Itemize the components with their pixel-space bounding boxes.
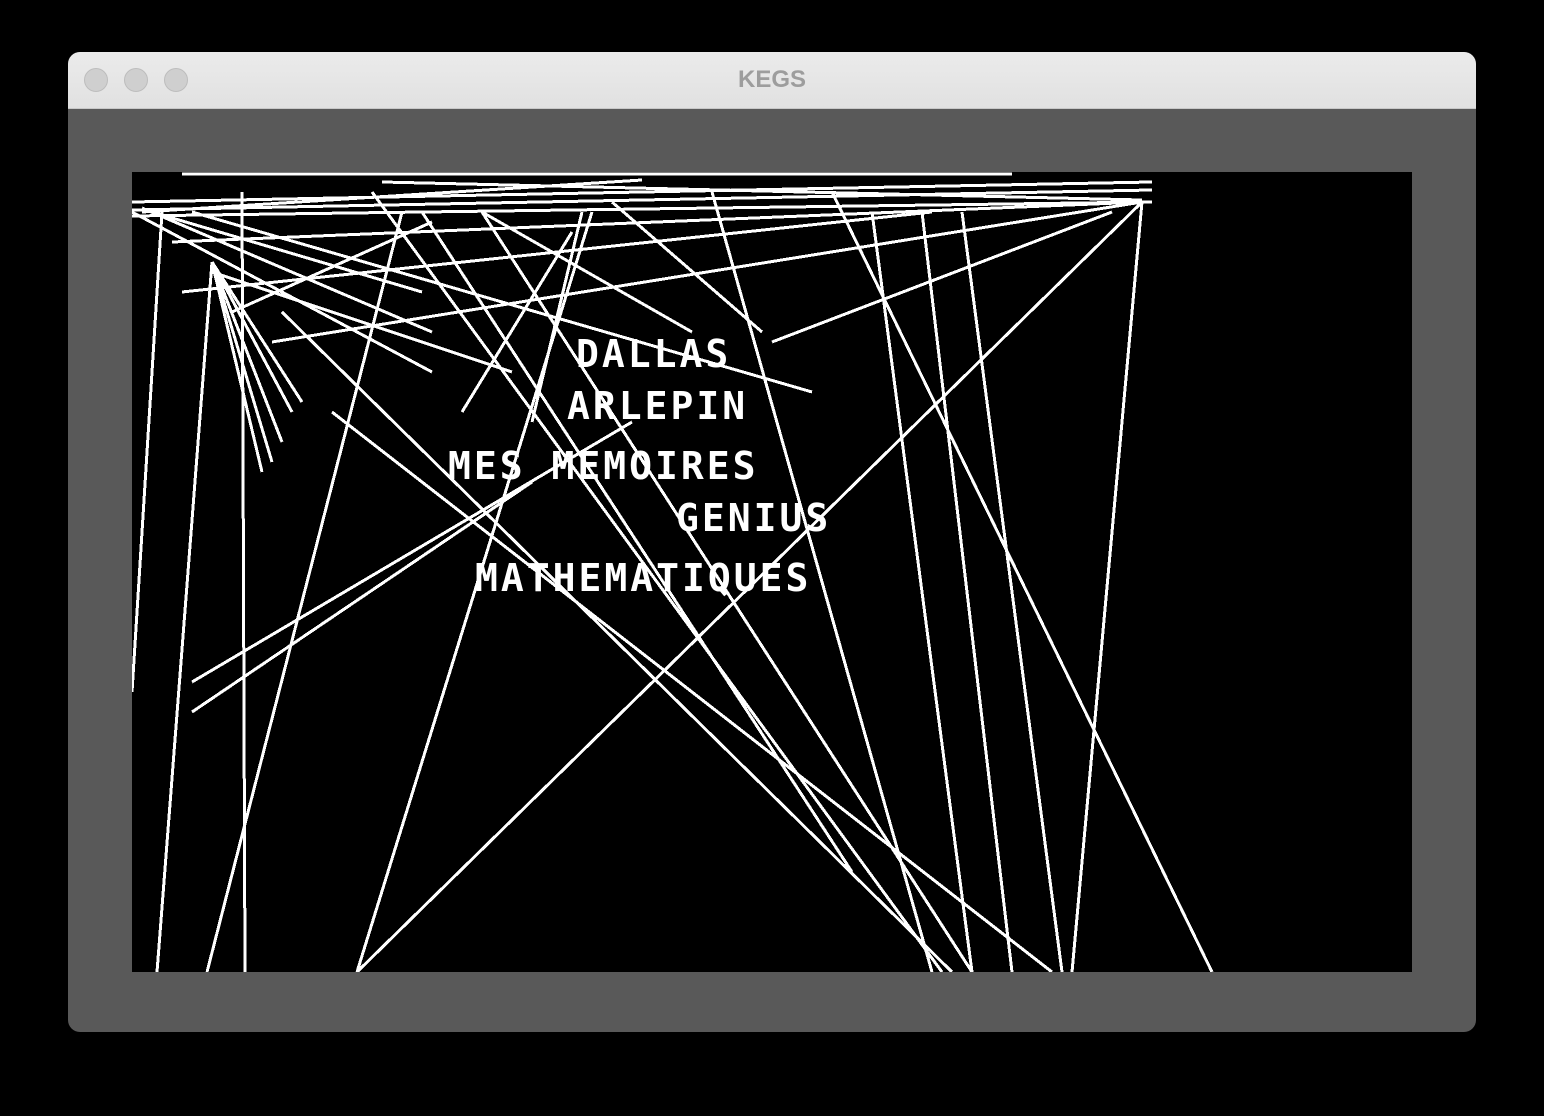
- menu-item-genius[interactable]: GENIUS: [676, 498, 831, 538]
- emulator-screen[interactable]: DALLAS ARLEPIN MES MEMOIRES GENIUS MATHE…: [132, 172, 1412, 972]
- app-window: KEGS DALLAS ARLEPIN MES MEMOIRES GENIUS …: [68, 52, 1476, 1032]
- window-title: KEGS: [737, 66, 806, 93]
- menu-item-mathematiques[interactable]: MATHEMATIQUES: [475, 558, 811, 598]
- title-bar[interactable]: KEGS: [68, 52, 1476, 109]
- menu-item-mes-memoires[interactable]: MES MEMOIRES: [448, 446, 759, 486]
- menu-item-arlepin[interactable]: ARLEPIN: [567, 386, 748, 426]
- menu-item-dallas[interactable]: DALLAS: [576, 334, 731, 374]
